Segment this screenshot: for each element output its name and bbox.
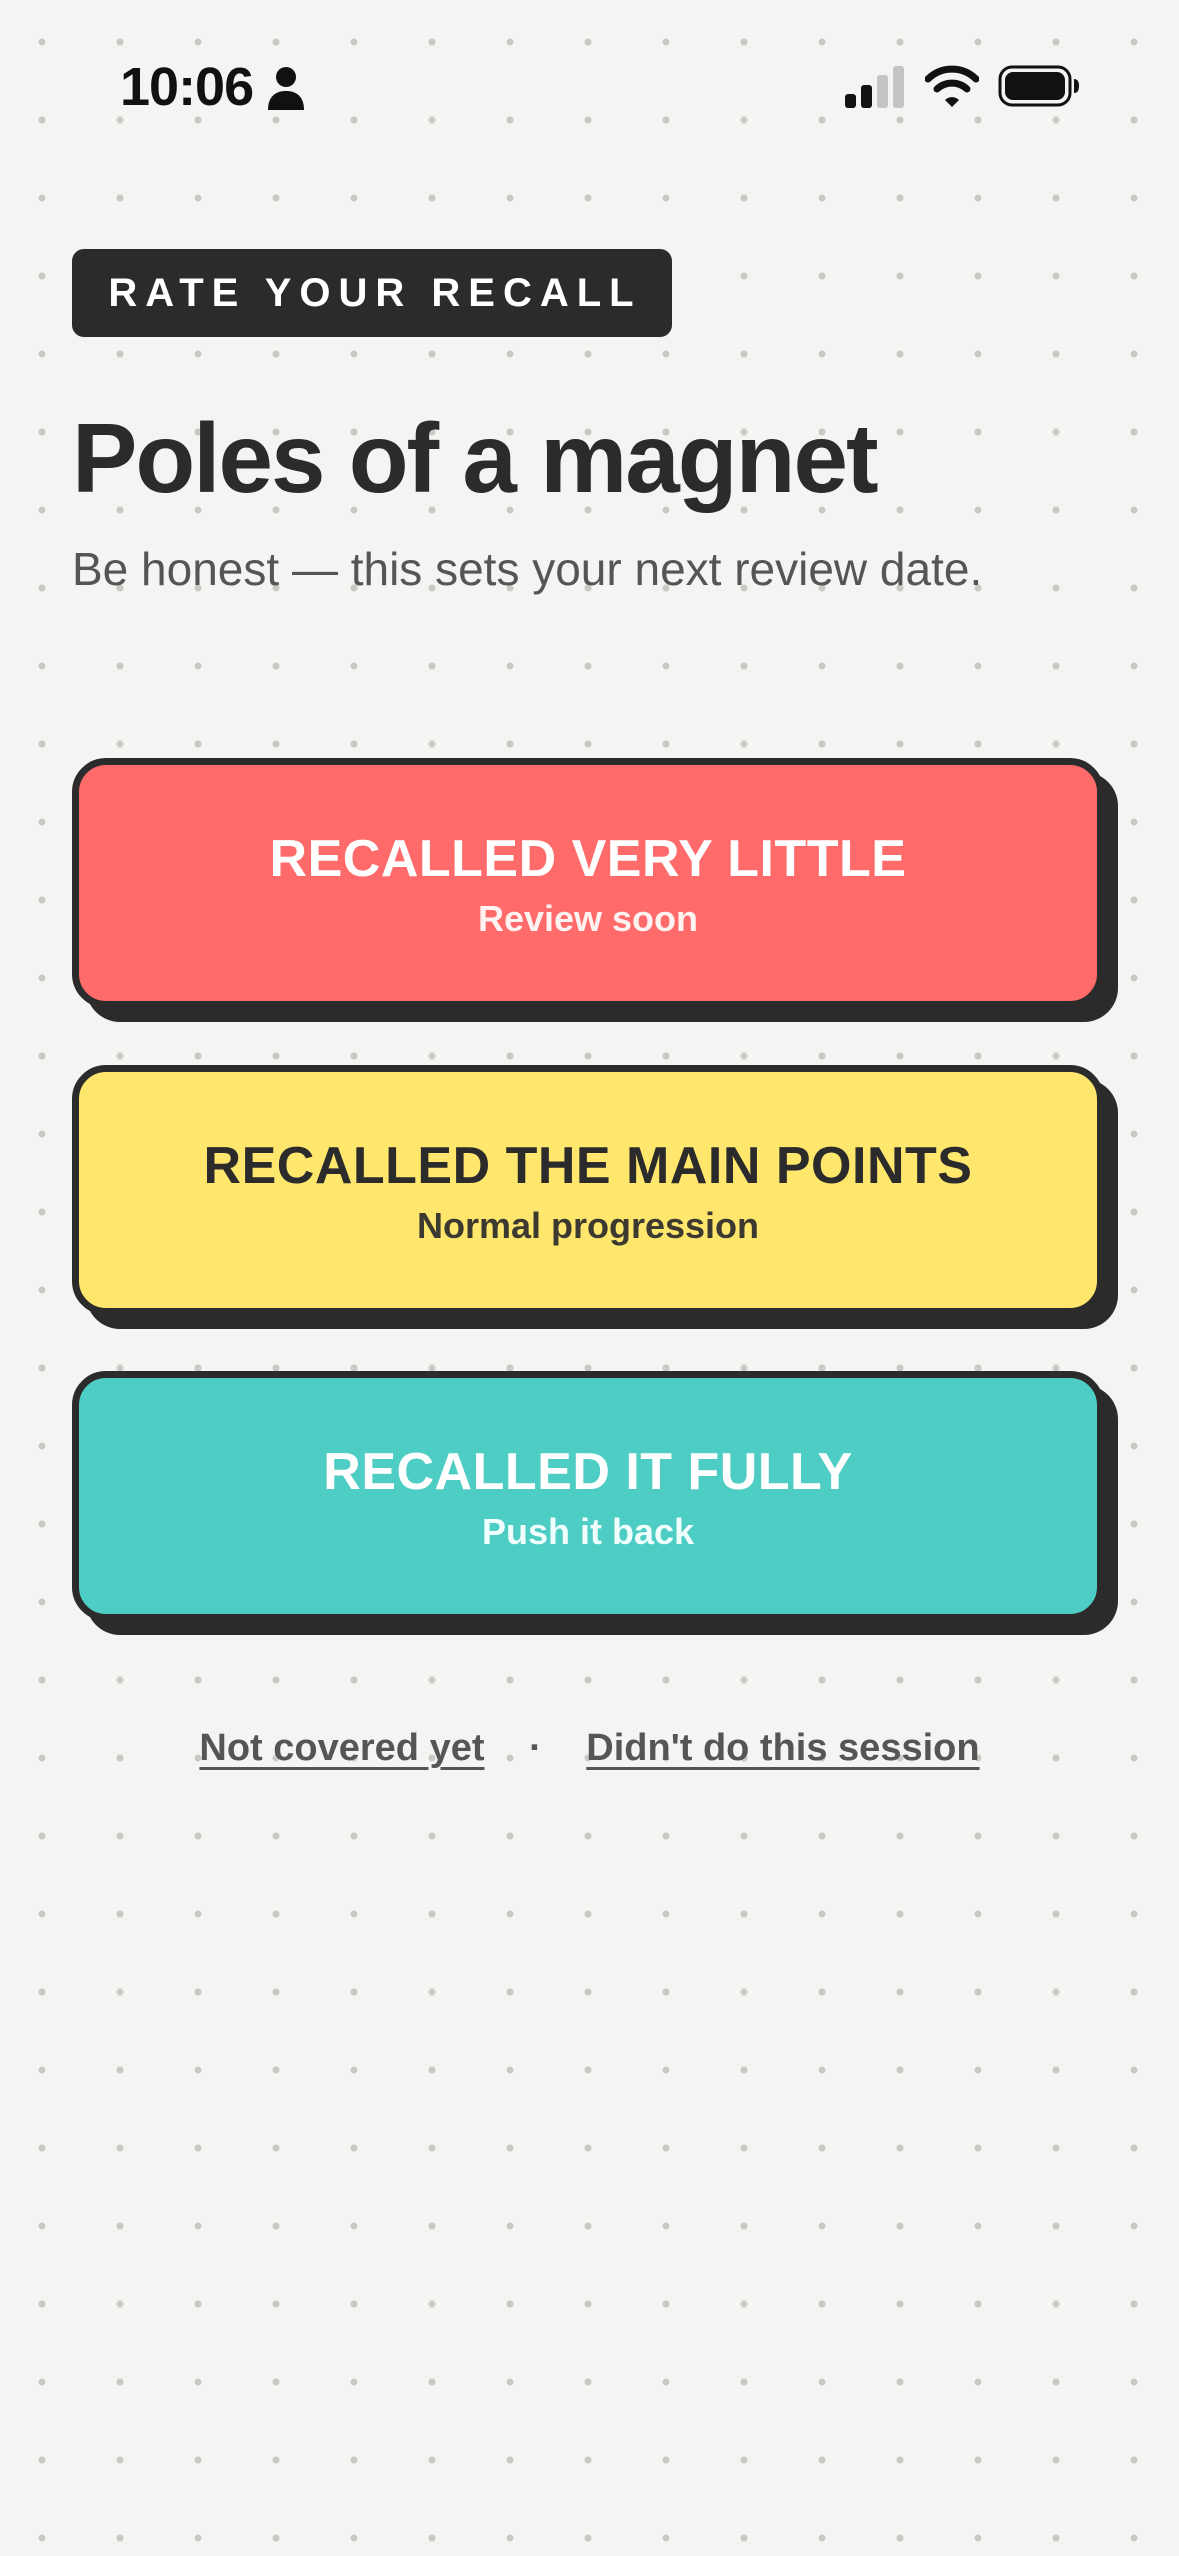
wifi-icon: [925, 65, 979, 107]
recalled-main-points-button[interactable]: RECALLED THE MAIN POINTS Normal progress…: [72, 1065, 1104, 1315]
recalled-fully-button[interactable]: RECALLED IT FULLY Push it back: [72, 1371, 1104, 1621]
status-time: 10:06: [120, 57, 254, 117]
option-description: Review soon: [477, 898, 699, 939]
option-label: RECALLED IT FULLY: [323, 1443, 853, 1501]
page-title: Poles of a magnet: [72, 403, 879, 513]
option-label: RECALLED THE MAIN POINTS: [203, 1137, 973, 1195]
cellular-signal-icon: [845, 66, 904, 108]
option-description: Normal progression: [416, 1205, 760, 1246]
didnt-do-session-link[interactable]: Didn't do this session: [586, 1727, 979, 1769]
page-subtitle: Be honest — this sets your next review d…: [72, 543, 983, 595]
person-icon: [268, 67, 304, 110]
not-covered-yet-link[interactable]: Not covered yet: [199, 1727, 484, 1769]
rate-recall-tag: RATE YOUR RECALL: [72, 249, 672, 337]
option-description: Push it back: [481, 1511, 695, 1552]
status-bar: 10:06: [0, 0, 1179, 170]
link-separator: ·: [529, 1727, 542, 1769]
recalled-very-little-button[interactable]: RECALLED VERY LITTLE Review soon: [72, 758, 1104, 1008]
battery-icon: [998, 65, 1079, 107]
option-label: RECALLED VERY LITTLE: [269, 830, 907, 888]
footer-links: Not covered yet · Didn't do this session: [0, 1718, 1179, 1778]
